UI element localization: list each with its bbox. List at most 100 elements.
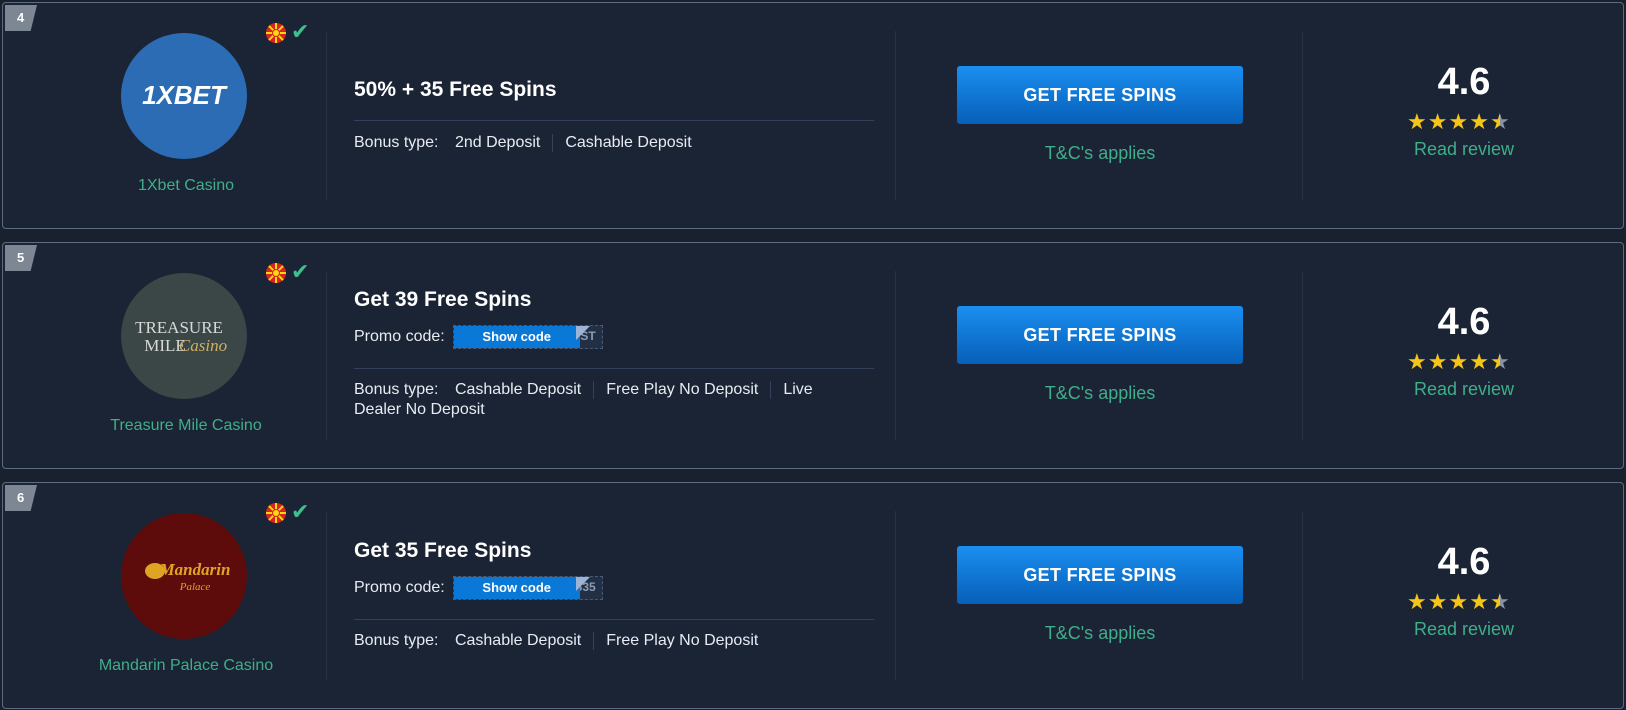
bonus-type-label: Bonus type: — [354, 632, 439, 649]
divider — [895, 31, 896, 200]
rating-score: 4.6 — [1437, 61, 1491, 103]
divider — [354, 120, 874, 121]
logo-text: Mandarin — [159, 560, 231, 579]
terms-link[interactable]: T&C's applies — [957, 143, 1243, 164]
casino-list: 4 1XBET ✔ 1Xbet Casino 50% + 35 Free Spi… — [0, 0, 1626, 710]
star-icon: ★ — [1407, 589, 1427, 614]
bonus-type-row: Bonus type: 2nd Deposit Cashable Deposit — [354, 133, 874, 153]
star-icon: ★ — [1427, 109, 1448, 134]
star-icon: ★ — [1469, 109, 1489, 134]
divider — [326, 511, 327, 680]
star-rating: ★ ★ ★ ★ ★ — [1407, 591, 1527, 613]
cta-column: GET FREE SPINS T&C's applies — [935, 3, 1243, 228]
bonus-type-item: Cashable Deposit — [454, 632, 582, 649]
bonus-type-item: Dealer No Deposit — [354, 401, 485, 418]
separator — [770, 380, 772, 399]
bonus-type-item: Live — [783, 381, 813, 398]
star-half-icon: ★ — [1489, 109, 1510, 134]
casino-logo[interactable]: Mandarin Palace — [121, 513, 247, 639]
divider — [354, 368, 874, 369]
separator — [552, 133, 554, 152]
read-review-link[interactable]: Read review — [1303, 379, 1625, 400]
cta-column: GET FREE SPINS T&C's applies — [935, 483, 1243, 708]
logo-script: Casino — [179, 336, 227, 355]
casino-column: TREASURE MILE Casino ✔ Treasure Mile Cas… — [3, 243, 333, 468]
star-half-icon: ★ — [1489, 349, 1510, 374]
star-rating: ★ ★ ★ ★ ★ — [1407, 351, 1527, 373]
verified-check-icon: ✔ — [291, 499, 310, 524]
logo-text: TREASURE — [135, 318, 223, 337]
casino-card: 6 Mandarin Palace ✔ Mandarin Palace Casi… — [2, 482, 1624, 709]
star-icon: ★ — [1448, 589, 1469, 614]
star-icon: ★ — [1407, 349, 1427, 374]
divider — [895, 271, 896, 440]
rating-column: 4.6 ★ ★ ★ ★ ★ Read review — [1303, 243, 1625, 468]
casino-logo[interactable]: 1XBET — [121, 33, 247, 159]
rating-column: 4.6 ★ ★ ★ ★ ★ Read review — [1303, 3, 1625, 228]
bonus-type-item: 2nd Deposit — [454, 134, 541, 151]
divider — [895, 511, 896, 680]
divider — [326, 31, 327, 200]
casino-column: 1XBET ✔ 1Xbet Casino — [3, 3, 333, 228]
separator — [593, 380, 595, 399]
promo-row: Promo code: ST Show code — [354, 325, 603, 349]
logo-text: 1XBET — [142, 80, 228, 110]
casino-card: 5 TREASURE MILE Casino ✔ Treasure Mile C… — [2, 242, 1624, 469]
cta-column: GET FREE SPINS T&C's applies — [935, 243, 1243, 468]
get-free-spins-button[interactable]: GET FREE SPINS — [957, 306, 1243, 364]
star-icon: ★ — [1427, 349, 1448, 374]
divider — [354, 619, 874, 620]
casino-logo[interactable]: TREASURE MILE Casino — [121, 273, 247, 399]
read-review-link[interactable]: Read review — [1303, 139, 1625, 160]
verified-check-icon: ✔ — [291, 259, 310, 284]
show-code-button[interactable]: Show code — [453, 577, 590, 599]
promo-code-box[interactable]: ST Show code — [452, 325, 603, 349]
star-rating: ★ ★ ★ ★ ★ — [1407, 111, 1527, 133]
star-icon: ★ — [1469, 349, 1489, 374]
rating-score: 4.6 — [1437, 541, 1491, 583]
rating-column: 4.6 ★ ★ ★ ★ ★ Read review — [1303, 483, 1625, 708]
flag-icon — [266, 263, 286, 283]
star-icon: ★ — [1407, 109, 1427, 134]
star-icon: ★ — [1427, 589, 1448, 614]
bonus-type-item: Cashable Deposit — [565, 134, 692, 151]
casino-name-link[interactable]: 1Xbet Casino — [3, 177, 369, 195]
get-free-spins-button[interactable]: GET FREE SPINS — [957, 66, 1243, 124]
bonus-type-item: Cashable Deposit — [454, 381, 582, 398]
bonus-title: Get 39 Free Spins — [354, 288, 532, 311]
divider — [326, 271, 327, 440]
promo-row: Promo code: S35 Show code — [354, 576, 603, 600]
star-icon: ★ — [1448, 349, 1469, 374]
get-free-spins-button[interactable]: GET FREE SPINS — [957, 546, 1243, 604]
promo-label: Promo code: — [354, 328, 445, 345]
casino-name-link[interactable]: Treasure Mile Casino — [3, 417, 369, 435]
terms-link[interactable]: T&C's applies — [957, 383, 1243, 404]
casino-column: Mandarin Palace ✔ Mandarin Palace Casino — [3, 483, 333, 708]
bonus-type-label: Bonus type: — [354, 134, 439, 151]
read-review-link[interactable]: Read review — [1303, 619, 1625, 640]
bonus-column: Get 35 Free Spins Promo code: S35 Show c… — [354, 483, 874, 708]
separator — [593, 631, 595, 650]
bonus-title: Get 35 Free Spins — [354, 539, 532, 562]
bonus-type-item: Free Play No Deposit — [606, 632, 759, 649]
verified-check-icon: ✔ — [291, 19, 310, 44]
promo-code-box[interactable]: S35 Show code — [452, 576, 603, 600]
bonus-column: Get 39 Free Spins Promo code: ST Show co… — [354, 243, 874, 468]
promo-label: Promo code: — [354, 579, 445, 596]
rating-score: 4.6 — [1437, 301, 1491, 343]
terms-link[interactable]: T&C's applies — [957, 623, 1243, 644]
bonus-column: 50% + 35 Free Spins Bonus type: 2nd Depo… — [354, 3, 874, 228]
star-half-icon: ★ — [1489, 589, 1510, 614]
star-icon: ★ — [1448, 109, 1469, 134]
bonus-title: 50% + 35 Free Spins — [354, 78, 557, 101]
flag-icon — [266, 503, 286, 523]
star-icon: ★ — [1469, 589, 1489, 614]
casino-name-link[interactable]: Mandarin Palace Casino — [3, 657, 369, 675]
bonus-type-label: Bonus type: — [354, 381, 439, 398]
flag-icon — [266, 23, 286, 43]
show-code-button[interactable]: Show code — [453, 326, 590, 348]
bonus-type-row: Bonus type: Cashable Deposit Free Play No… — [354, 380, 874, 420]
bonus-type-row: Bonus type: Cashable Deposit Free Play No… — [354, 631, 874, 651]
logo-sub: Palace — [179, 581, 211, 593]
bonus-type-item: Free Play No Deposit — [606, 381, 759, 398]
